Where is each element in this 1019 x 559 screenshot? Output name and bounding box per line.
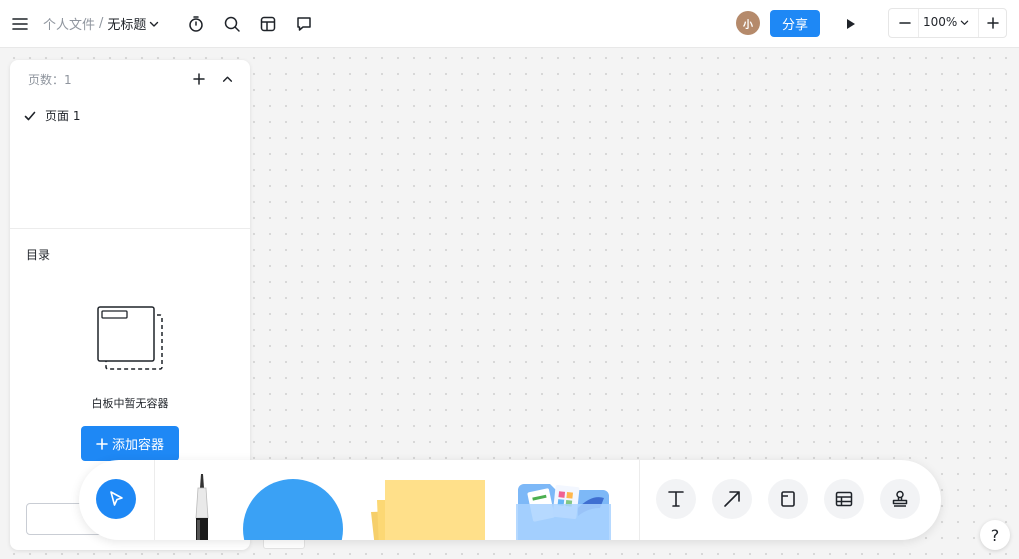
add-container-label: 添加容器 (111, 438, 164, 453)
bottom-toolbar (79, 460, 941, 540)
table-icon (835, 491, 853, 507)
text-icon (668, 491, 684, 507)
select-tool[interactable] (96, 479, 136, 519)
empty-state-text: 白板中暂无容器 (91, 397, 169, 410)
pen-tool[interactable] (187, 474, 217, 540)
divider (10, 228, 250, 229)
text-tool[interactable] (656, 479, 696, 519)
sticky-note-tool[interactable] (365, 480, 490, 540)
add-container-button[interactable]: 添加容器 (81, 426, 179, 461)
divider (154, 460, 155, 540)
cursor-icon (110, 491, 123, 506)
zoom-out-icon[interactable] (893, 11, 917, 35)
breadcrumb-separator: / (99, 16, 104, 31)
zoom-in-icon[interactable] (981, 11, 1005, 35)
menu-icon[interactable] (8, 12, 32, 36)
collapse-icon[interactable] (218, 70, 236, 88)
divider (978, 9, 979, 37)
empty-container-icon (96, 305, 166, 377)
material-folder-tool[interactable] (516, 482, 611, 540)
stamp-icon (892, 490, 908, 507)
sticky-note-icon (371, 480, 485, 540)
shape-tool[interactable] (243, 479, 343, 540)
pen-icon (195, 474, 209, 540)
frame-icon (781, 491, 795, 507)
divider (639, 460, 640, 540)
check-icon (24, 110, 36, 122)
stamp-tool[interactable] (880, 479, 920, 519)
search-icon[interactable] (220, 12, 244, 36)
zoom-control: 100% (888, 8, 1007, 38)
add-page-icon[interactable] (190, 70, 208, 88)
page-list-item[interactable]: 页面 1 (24, 107, 80, 124)
avatar[interactable]: 小 (736, 11, 760, 35)
template-icon[interactable] (256, 12, 280, 36)
chevron-down-icon (960, 18, 969, 27)
share-button[interactable]: 分享 (770, 10, 820, 37)
top-bar: 个人文件 / 无标题 小 分享 100% (0, 0, 1019, 48)
breadcrumb: 个人文件 / 无标题 (43, 14, 159, 33)
help-button[interactable]: ? (980, 520, 1010, 550)
timer-icon[interactable] (184, 12, 208, 36)
document-title[interactable]: 无标题 (107, 14, 146, 33)
comment-icon[interactable] (292, 12, 316, 36)
table-tool[interactable] (824, 479, 864, 519)
frame-tool[interactable] (768, 479, 808, 519)
folder-icon (516, 484, 611, 540)
connector-tool[interactable] (712, 479, 752, 519)
chevron-down-icon[interactable] (149, 19, 159, 29)
toc-heading: 目录 (26, 248, 51, 262)
page-count-label: 页数：1 (28, 73, 72, 87)
plus-icon (96, 437, 108, 450)
zoom-level-value: 100% (923, 15, 958, 29)
page-label: 页面 1 (45, 109, 81, 123)
breadcrumb-parent[interactable]: 个人文件 (43, 14, 95, 33)
zoom-level-dropdown[interactable]: 100% (923, 15, 969, 29)
play-icon[interactable] (838, 12, 862, 36)
divider (918, 9, 919, 37)
arrow-icon (724, 491, 740, 507)
